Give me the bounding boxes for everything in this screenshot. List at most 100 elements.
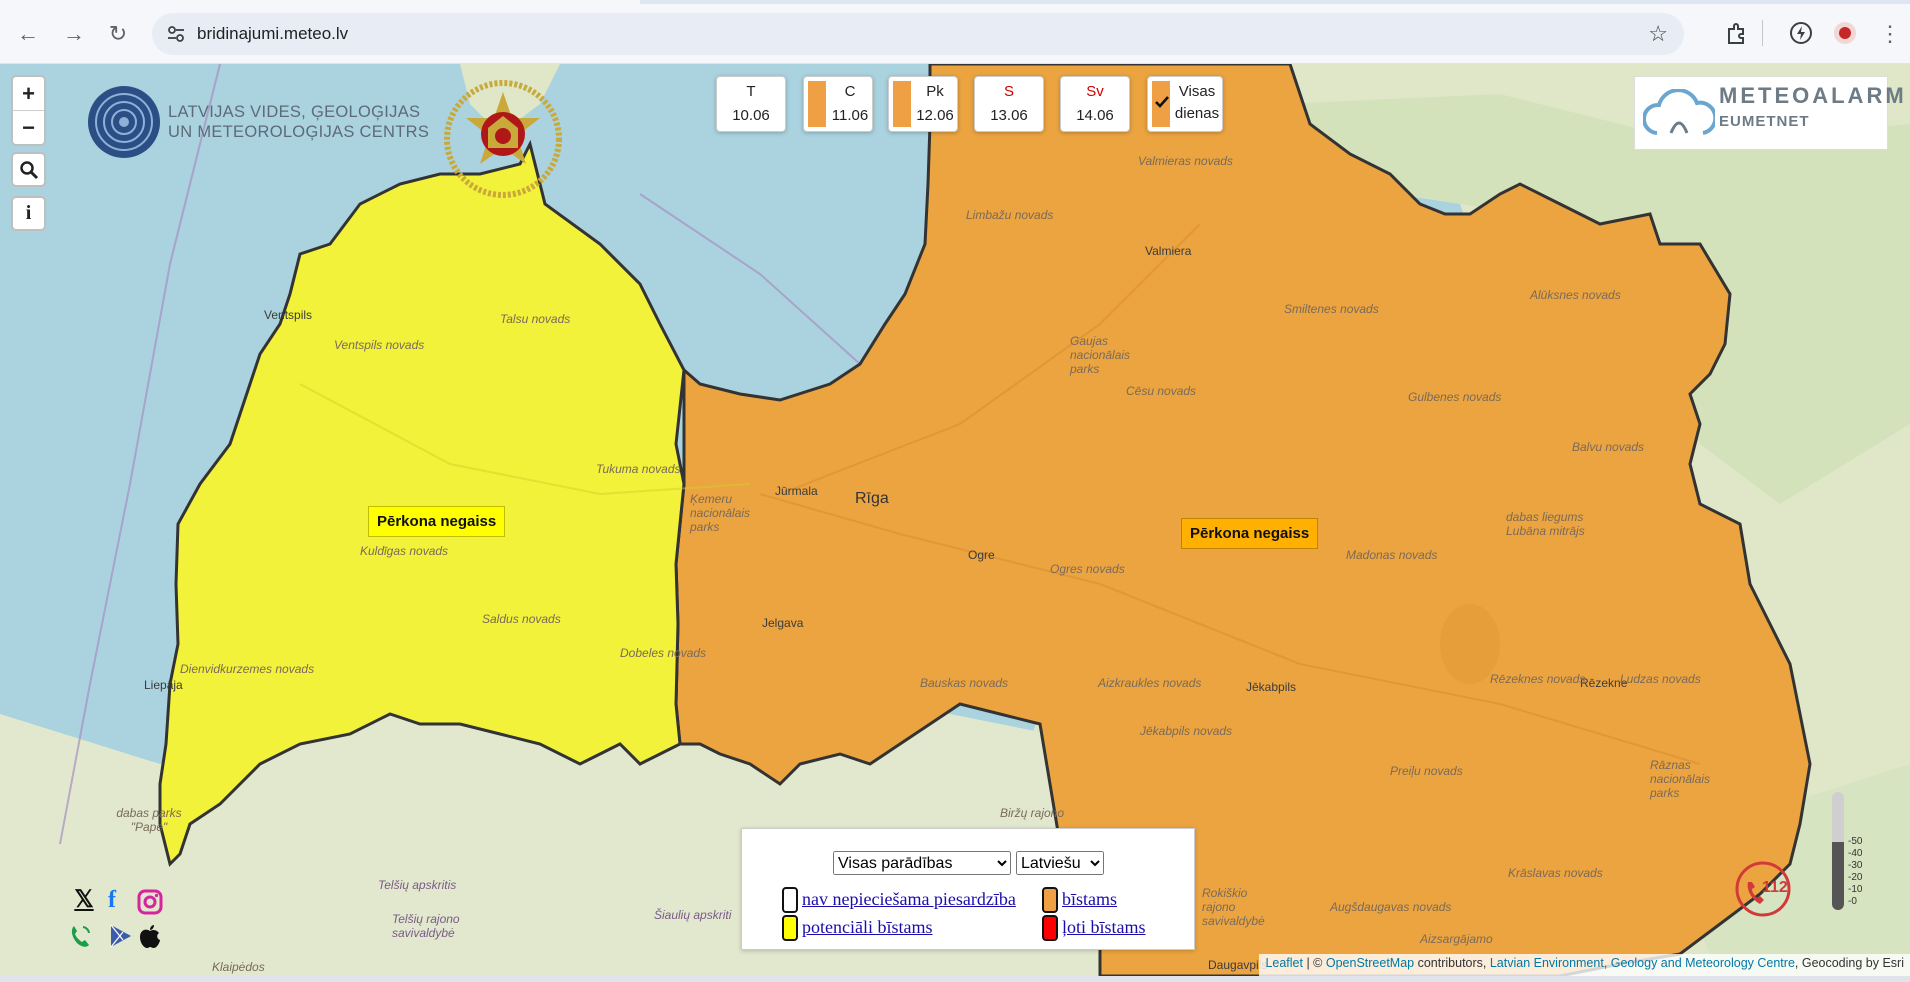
day-date: 11.06 (831, 107, 869, 124)
back-button[interactable]: ← (14, 20, 42, 48)
warning-label-yellow[interactable]: Pērkona negaiss (368, 506, 506, 537)
lvgmc-emblem-icon (88, 86, 160, 158)
toolbar-divider (1762, 20, 1763, 46)
search-icon (19, 161, 38, 180)
legend-swatch-none (782, 887, 798, 913)
warning-label-orange[interactable]: Pērkona negaiss (1181, 518, 1319, 549)
language-select[interactable]: Latviešu (1016, 851, 1104, 875)
region-label: dabas liegums Lubāna mitrājs (1506, 510, 1585, 538)
emergency-112-icon[interactable]: 112 (1734, 860, 1792, 918)
region-label: Aizsargājamo (1420, 932, 1493, 946)
window-bottom-edge (0, 976, 1910, 982)
day-button-1[interactable]: C 11.06 (803, 76, 873, 132)
extensions-icon[interactable] (1724, 20, 1750, 46)
facebook-icon[interactable]: f (98, 886, 126, 914)
scale-tick: -10 (1848, 884, 1863, 895)
legend-link-very-dangerous[interactable]: ļoti bīstams (1062, 917, 1146, 938)
day-button-2[interactable]: Pk 12.06 (888, 76, 958, 132)
google-play-icon[interactable] (106, 922, 134, 950)
leaflet-link[interactable]: Leaflet (1265, 956, 1303, 970)
region-label: Gulbenes novads (1408, 390, 1502, 404)
city-label: Valmiera (1145, 244, 1192, 258)
search-button[interactable] (11, 152, 46, 187)
instagram-icon[interactable] (136, 888, 164, 916)
site-settings-icon[interactable] (166, 24, 186, 44)
region-label: Ludzas novads (1620, 672, 1701, 686)
scale-tick: -20 (1848, 872, 1863, 883)
region-label: Telšių rajono savivaldybė (392, 912, 460, 940)
region-label: Šiaulių apskriti (654, 908, 732, 922)
emergency-number: 112 (1762, 879, 1788, 896)
legend-link-no-caution[interactable]: nav nepieciešama piesardzība (802, 889, 1016, 910)
region-label: Saldus novads (482, 612, 561, 626)
scale-fill (1832, 842, 1844, 910)
osm-link[interactable]: OpenStreetMap (1326, 956, 1414, 970)
lvgmc-link[interactable]: Latvian Environment, Geology and Meteoro… (1490, 956, 1795, 970)
city-label: Jēkabpils (1246, 680, 1297, 694)
region-label: Klaipėdos (212, 960, 265, 974)
meteoalarm-title: METEOALARM (1719, 83, 1907, 108)
menu-kebab-icon[interactable]: ⋮ (1876, 20, 1904, 48)
region-label: Ķemeru nacionālais parks (690, 492, 751, 534)
city-label: Rīga (855, 490, 889, 507)
day-button-3[interactable]: S 13.06 (974, 76, 1044, 132)
address-bar[interactable]: bridinajumi.meteo.lv ☆ (152, 13, 1684, 55)
logo-line-2: UN METEOROLOĢIJAS CENTRS (168, 123, 430, 141)
day-name: Pk (926, 83, 944, 100)
legend-link-potentially-dangerous[interactable]: potenciāli bīstams (802, 917, 932, 938)
scale-tick: -0 (1848, 896, 1857, 907)
tab-strip (0, 0, 1910, 4)
phenomena-select[interactable]: Visas parādības (833, 851, 1011, 875)
day-name: Sv (1086, 83, 1104, 100)
profile-avatar[interactable] (1832, 20, 1858, 46)
day-date: 14.06 (1076, 107, 1114, 124)
all-days-label: Visas (1178, 83, 1216, 100)
all-days-label: dienas (1174, 105, 1220, 122)
info-button[interactable]: i (11, 196, 46, 231)
legend-swatch-yellow (782, 915, 798, 941)
opacity-scale[interactable]: -50 -40 -30 -20 -10 -0 (1826, 792, 1862, 910)
region-label: Talsu novads (500, 312, 571, 326)
legend-link-dangerous[interactable]: bīstams (1062, 889, 1117, 910)
region-label: Tukuma novads (596, 462, 681, 476)
all-days-button[interactable]: Visas dienas (1147, 76, 1223, 132)
info-icon: i (25, 202, 32, 224)
region-label: Ventspils novads (334, 338, 425, 352)
zoom-control: + − (11, 75, 46, 146)
region-label: Krāslavas novads (1508, 866, 1603, 880)
region-label: Dienvidkurzemes novads (180, 662, 315, 676)
legend-panel: Visas parādības Latviešu nav nepieciešam… (741, 828, 1195, 950)
city-label: Jelgava (762, 616, 804, 630)
meteoalarm-cloud-icon (1643, 89, 1715, 135)
performance-icon[interactable] (1788, 20, 1814, 46)
zoom-out-button[interactable]: − (13, 111, 44, 144)
legend-swatch-red (1042, 915, 1058, 941)
lvgmc-logo-text: LATVIJAS VIDES, ĢEOLOĢIJAS UN METEOROLOĢ… (168, 102, 429, 142)
reload-button[interactable]: ↻ (104, 20, 132, 48)
region-label: Madonas novads (1346, 548, 1438, 562)
day-name: S (1003, 83, 1014, 100)
region-label: Biržų rajono (1000, 806, 1065, 820)
day-button-0[interactable]: T 10.06 (716, 76, 786, 132)
meteoalarm-logo[interactable]: METEOALARM EUMETNET (1634, 76, 1904, 150)
apple-icon[interactable] (136, 922, 164, 950)
region-label: Cēsu novads (1126, 384, 1197, 398)
scale-tick: -40 (1848, 848, 1863, 859)
phone-app-icon[interactable] (66, 922, 94, 950)
zoom-in-button[interactable]: + (13, 77, 44, 110)
logo-line-1: LATVIJAS VIDES, ĢEOLOĢIJAS (168, 103, 421, 121)
attribution-text: | © (1302, 956, 1326, 970)
region-label: Gaujas nacionālais parks (1070, 334, 1131, 376)
region-label: Kuldīgas novads (360, 544, 449, 558)
region-label: Bauskas novads (920, 676, 1009, 690)
x-twitter-icon[interactable]: 𝕏 (70, 886, 98, 914)
region-label: Rāznas nacionālais parks (1650, 758, 1711, 800)
bookmark-star-icon[interactable]: ☆ (1648, 21, 1668, 47)
url-text: bridinajumi.meteo.lv (197, 24, 349, 43)
day-name: T (746, 83, 756, 100)
region-label: Preiļu novads (1390, 764, 1463, 778)
forward-button[interactable]: → (60, 20, 88, 48)
region-label: Aizkraukles novads (1098, 676, 1202, 690)
warning-map[interactable]: Ventspils Rīga Jūrmala Ogre Jelgava Liep… (0, 64, 1910, 976)
day-button-4[interactable]: Sv 14.06 (1060, 76, 1130, 132)
